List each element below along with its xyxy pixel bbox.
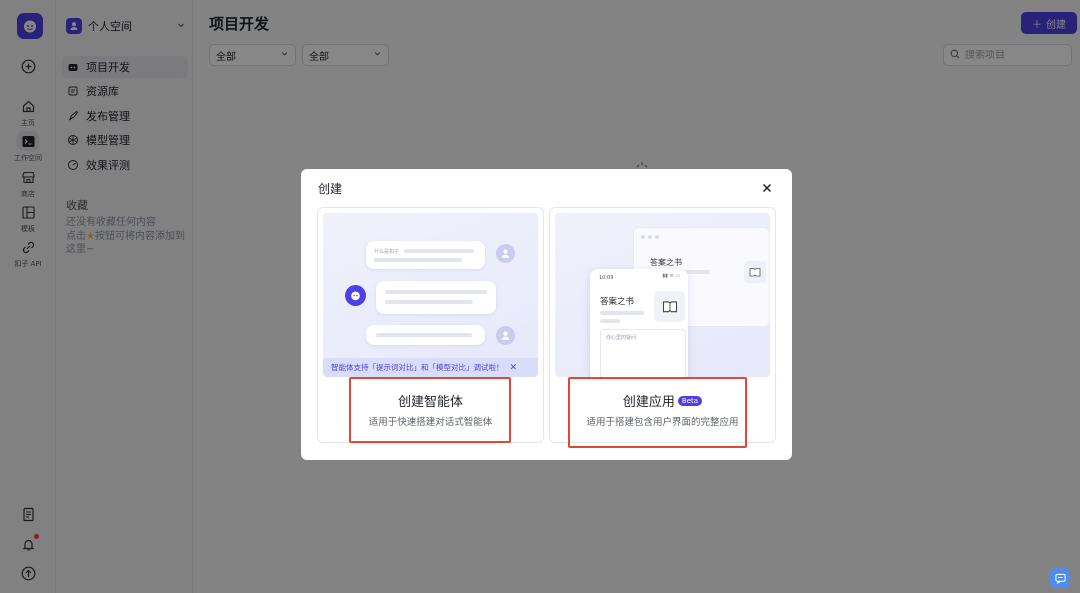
book-icon: [744, 261, 766, 283]
close-icon[interactable]: ✕: [510, 363, 518, 373]
close-button[interactable]: [760, 181, 774, 195]
placeholder-line: [385, 290, 487, 294]
window-dots-icon: [641, 235, 659, 239]
chat-bubble: [366, 325, 485, 345]
agent-illustration: 什么是扣子 智能体支持「提示词对比」和「模型对比」调试啦！ ✕: [323, 213, 538, 377]
phone-input-placeholder: 你心里的疑问: [606, 335, 637, 341]
phone-time: 10:09: [599, 275, 614, 281]
highlight-box-agent: [349, 377, 511, 443]
highlight-box-app: [568, 377, 747, 448]
book-icon: [654, 291, 685, 322]
bot-avatar-icon: [345, 285, 366, 306]
close-icon: [762, 183, 772, 193]
phone-preview: 10:09 ▮▮ ≋ ▭ 答案之书 你心里的疑问: [590, 269, 688, 377]
dialog-title: 创建: [318, 182, 343, 196]
create-dialog: 创建 什么是扣子 智能体支持「提示词对比」和「模型对比」调试啦！ ✕ 创建智能体…: [301, 169, 792, 460]
placeholder-line: [600, 311, 644, 315]
placeholder-line: [374, 258, 462, 262]
chat-bubble: 什么是扣子: [366, 241, 485, 269]
placeholder-line: [600, 319, 620, 323]
agent-feature-banner: 智能体支持「提示词对比」和「模型对比」调试啦！ ✕: [323, 358, 538, 377]
user-avatar-icon: [496, 244, 515, 263]
placeholder-line: [385, 300, 473, 304]
user-avatar-icon: [496, 326, 515, 345]
placeholder-line: [376, 333, 472, 337]
chat-bubble: [376, 281, 496, 314]
phone-input-box: 你心里的疑问: [600, 329, 686, 377]
chat-icon: [1054, 573, 1066, 584]
bubble-text: 什么是扣子: [374, 249, 400, 255]
app-illustration: 答案之书 10:09 ▮▮ ≋ ▭ 答案之书 你心里的疑问: [555, 213, 770, 377]
banner-text: 智能体支持「提示词对比」和「模型对比」调试啦！: [331, 363, 504, 372]
window-title: 答案之书: [650, 258, 682, 267]
placeholder-line: [404, 249, 474, 253]
signal-icon: ▮▮ ≋ ▭: [662, 273, 680, 279]
phone-title: 答案之书: [600, 297, 635, 307]
feedback-button[interactable]: [1050, 568, 1070, 588]
